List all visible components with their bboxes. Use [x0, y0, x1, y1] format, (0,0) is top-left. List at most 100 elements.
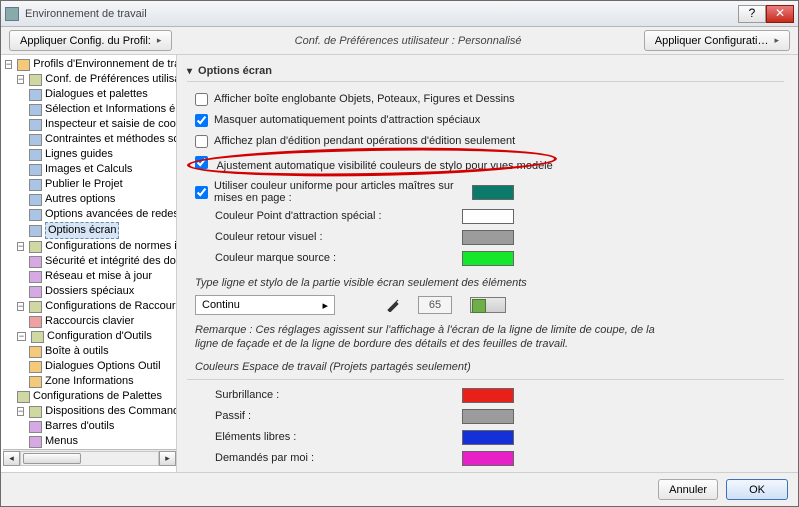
color-label: Eléments libres :: [215, 431, 296, 443]
scroll-thumb[interactable]: [23, 453, 81, 464]
tree-label: Options avancées de redess: [45, 207, 177, 222]
color-swatch-libres[interactable]: [462, 430, 514, 445]
color-swatch-source[interactable]: [462, 251, 514, 266]
tree-item[interactable]: Lignes guides: [29, 147, 176, 162]
section-header[interactable]: ▾ Options écran: [187, 61, 784, 82]
tree-item[interactable]: Images et Calculs: [29, 162, 176, 177]
color-swatch-attraction[interactable]: [462, 209, 514, 224]
tree-label: Dossiers spéciaux: [45, 284, 134, 299]
divider: [187, 379, 784, 380]
tree-commands[interactable]: −Dispositions des Commandes: [17, 404, 176, 419]
checkbox-label: Masquer automatiquement points d'attract…: [214, 114, 480, 126]
tree-norms[interactable]: −Configurations de normes intern: [17, 239, 176, 254]
color-swatch-par-moi[interactable]: [462, 451, 514, 466]
tree-item[interactable]: Dialogues Options Outil: [29, 359, 176, 374]
checkbox-hide-attraction[interactable]: [195, 114, 208, 127]
chevron-right-icon: ▸: [157, 35, 162, 46]
tree-item[interactable]: Zone Informations: [29, 374, 176, 389]
tree-item[interactable]: Barres d'outils: [29, 419, 176, 434]
apply-profile-config-button[interactable]: Appliquer Config. du Profil: ▸: [9, 30, 172, 51]
ok-button[interactable]: OK: [726, 479, 788, 500]
color-label: Passif :: [215, 410, 251, 422]
tree-label: Sécurité et intégrité des don: [45, 254, 177, 269]
collapse-icon[interactable]: −: [5, 60, 12, 69]
tree-tools[interactable]: −Configuration d'Outils: [17, 329, 176, 344]
config-status: Conf. de Préférences utilisateur : Perso…: [182, 35, 633, 47]
tree-item[interactable]: Dialogues et palettes: [29, 87, 176, 102]
collapse-icon[interactable]: −: [17, 75, 24, 84]
apply-configuration-button[interactable]: Appliquer Configurati… ▸: [644, 30, 790, 51]
close-button[interactable]: ✕: [766, 5, 794, 23]
tree-label: Boîte à outils: [45, 344, 109, 359]
folder-icon: [31, 331, 44, 343]
tree-item[interactable]: Inspecteur et saisie de coord: [29, 117, 176, 132]
color-row: Couleur marque source :: [195, 249, 784, 267]
tree-label: Dialogues et palettes: [45, 87, 148, 102]
tree-item[interactable]: Contraintes et méthodes sou: [29, 132, 176, 147]
checkbox-edit-plane[interactable]: [195, 135, 208, 148]
tree-item[interactable]: Réseau et mise à jour: [29, 269, 176, 284]
help-button[interactable]: ?: [738, 5, 766, 23]
color-swatch-surbrillance[interactable]: [462, 388, 514, 403]
item-icon: [29, 209, 42, 221]
ok-label: OK: [749, 484, 765, 496]
pen-toggle[interactable]: [470, 297, 506, 313]
tree-root[interactable]: −Profils d'Environnement de travail: [5, 57, 176, 72]
tree-item-options-ecran[interactable]: Options écran: [29, 222, 176, 239]
folder-icon: [29, 241, 42, 253]
tree-hscrollbar[interactable]: ◂ ▸: [3, 449, 176, 466]
pen-number-input[interactable]: 65: [418, 296, 452, 314]
item-icon: [29, 89, 42, 101]
app-icon: [5, 7, 19, 21]
color-row: Demandés par moi :: [195, 449, 784, 467]
tree-panel[interactable]: −Profils d'Environnement de travail −Con…: [1, 55, 177, 472]
folder-icon: [17, 59, 30, 71]
checkbox-row: Affichez plan d'édition pendant opératio…: [195, 132, 784, 150]
item-icon: [29, 421, 42, 433]
tree-prefs[interactable]: −Conf. de Préférences utilisateur: [17, 72, 176, 87]
tree-palettes[interactable]: Configurations de Palettes: [17, 389, 176, 404]
tree-item[interactable]: Options avancées de redess: [29, 207, 176, 222]
folder-icon: [29, 406, 42, 418]
checkbox-auto-pen-visibility[interactable]: [195, 156, 208, 169]
chevron-right-icon: ▸: [774, 35, 779, 46]
cancel-button[interactable]: Annuler: [658, 479, 718, 500]
tree-item[interactable]: Raccourcis clavier: [29, 314, 176, 329]
color-swatch-uniform[interactable]: [472, 185, 514, 200]
tree-item[interactable]: Menus: [29, 434, 176, 449]
scroll-right-icon[interactable]: ▸: [159, 451, 176, 466]
scroll-left-icon[interactable]: ◂: [3, 451, 20, 466]
chevron-right-icon: ▸: [322, 299, 328, 312]
line-type-combo[interactable]: Continu ▸: [195, 295, 335, 315]
line-group-label: Type ligne et stylo de la partie visible…: [195, 277, 784, 289]
tree-label-selected: Options écran: [45, 222, 119, 239]
tree-label: Autres options: [45, 192, 115, 207]
line-selection-row: Continu ▸ 65: [195, 295, 784, 315]
checkbox-uniform-color[interactable]: [195, 186, 208, 199]
color-swatch-retour[interactable]: [462, 230, 514, 245]
item-icon: [29, 134, 42, 146]
tree-item[interactable]: Publier le Projet: [29, 177, 176, 192]
item-icon: [29, 256, 42, 268]
tree-shortcut[interactable]: −Configurations de Raccourci: [17, 299, 176, 314]
tree-label: Dialogues Options Outil: [45, 359, 161, 374]
checkbox-row: Utiliser couleur uniforme pour articles …: [195, 180, 784, 204]
collapse-icon[interactable]: −: [17, 242, 24, 251]
note-line: ligne de façade et de la ligne de bordur…: [195, 338, 568, 350]
collapse-icon[interactable]: −: [17, 407, 24, 416]
tree-item[interactable]: Dossiers spéciaux: [29, 284, 176, 299]
scroll-track[interactable]: [20, 451, 159, 466]
checkbox-row: Masquer automatiquement points d'attract…: [195, 111, 784, 129]
tree-item[interactable]: Sécurité et intégrité des don: [29, 254, 176, 269]
collapse-icon[interactable]: −: [17, 332, 26, 341]
collapse-icon[interactable]: −: [17, 302, 24, 311]
color-swatch-passif[interactable]: [462, 409, 514, 424]
tree-item[interactable]: Boîte à outils: [29, 344, 176, 359]
tree-item[interactable]: Sélection et Informations élé: [29, 102, 176, 117]
tree-label: Lignes guides: [45, 147, 113, 162]
tree-label: Menus: [45, 434, 78, 449]
color-row: Couleur retour visuel :: [195, 228, 784, 246]
tree-item[interactable]: Autres options: [29, 192, 176, 207]
checkbox-bbox[interactable]: [195, 93, 208, 106]
item-icon: [29, 346, 42, 358]
